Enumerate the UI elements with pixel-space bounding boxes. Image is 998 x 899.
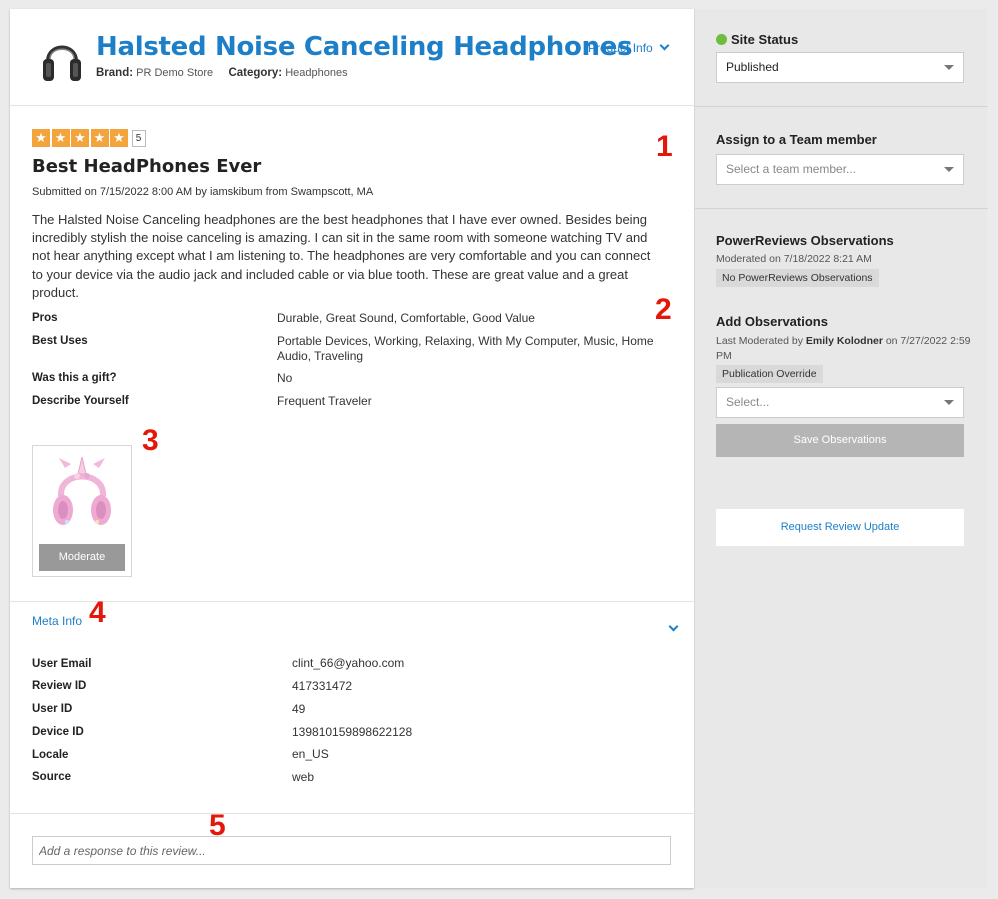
meta-value-locale: en_US [292,747,329,761]
attr-label-pros: Pros [32,312,58,324]
observations-moderated: Moderated on 7/18/2022 8:21 AM [716,253,872,265]
assign-placeholder: Select a team member... [726,162,857,176]
annotation-4: 4 [89,596,106,629]
meta-label-locale: Locale [32,749,69,761]
sidebar-divider [695,106,988,107]
site-status-select[interactable]: Published [716,52,964,83]
star-icon: ★ [90,129,109,147]
product-title[interactable]: Halsted Noise Canceling Headphones [96,32,633,62]
meta-label-source: Source [32,771,71,783]
product-info-label: Product Info [588,41,653,55]
status-green-dot-icon [716,34,727,45]
unicorn-headphones-photo[interactable] [47,452,117,540]
star-icon: ★ [110,129,128,147]
meta-value-source: web [292,770,315,784]
meta-value-review-id: 417331472 [292,679,353,693]
site-status-value: Published [726,60,779,74]
category-label: Category: [228,67,283,79]
review-submitted-info: Submitted on 7/15/2022 8:00 AM by iamski… [32,186,374,198]
meta-label-user-id: User ID [32,703,73,715]
moderate-button[interactable]: Moderate [39,544,125,571]
star-icon: ★ [32,129,50,147]
caret-down-icon [944,167,954,172]
observations-heading: PowerReviews Observations [716,233,894,248]
meta-value-user-id: 49 [292,702,306,716]
attr-value-pros: Durable, Great Sound, Comfortable, Good … [277,311,535,325]
category-value: Headphones [285,67,348,79]
chevron-down-icon [659,40,670,51]
review-panel: Halsted Noise Canceling Headphones Brand… [10,9,694,888]
star-rating: ★ ★ ★ ★ ★ 5 [32,129,146,147]
add-observations-heading: Add Observations [716,314,828,329]
add-observations-placeholder: Select... [726,395,770,409]
caret-down-icon [944,400,954,405]
annotation-5: 5 [209,809,226,842]
attr-label-gift: Was this a gift? [32,372,117,384]
assign-team-member-select[interactable]: Select a team member... [716,154,964,185]
review-photo-card: Moderate [32,445,132,577]
sidebar-divider [695,208,988,209]
brand-label: Brand: [96,67,134,79]
attr-label-describe: Describe Yourself [32,395,129,407]
star-icon: ★ [51,129,70,147]
star-icon: ★ [71,129,89,147]
meta-label-email: User Email [32,658,92,670]
product-info-toggle[interactable]: Product Info [588,40,670,55]
meta-label-device-id: Device ID [32,726,84,738]
save-observations-button[interactable]: Save Observations [716,424,964,457]
header-divider [10,105,694,106]
rating-value: 5 [131,129,146,147]
request-review-update-button[interactable]: Request Review Update [716,509,964,546]
chevron-down-icon[interactable] [668,621,679,632]
last-moderated-date: on 7/27/2022 [885,335,948,347]
response-divider [10,813,694,814]
meta-info-toggle[interactable]: Meta Info [32,614,82,628]
site-status-label: Site Status [731,32,799,47]
meta-label-review-id: Review ID [32,680,87,692]
attr-value-best-uses: Portable Devices, Working, Relaxing, Wit… [277,334,654,363]
annotation-2: 2 [655,293,672,326]
attr-label-best-uses: Best Uses [32,335,88,347]
publication-override-tag: Publication Override [716,365,823,383]
response-input[interactable] [32,836,671,865]
assign-heading: Assign to a Team member [716,132,877,147]
annotation-1: 1 [656,130,673,163]
add-observations-last-moderated: Last Moderated by Emily Kolodner on 7/27… [716,334,971,363]
attr-value-describe: Frequent Traveler [277,394,372,408]
last-moderated-name: Emily Kolodner [805,335,883,347]
headphones-product-image [43,45,81,81]
brand-value: PR Demo Store [136,67,214,79]
annotation-3: 3 [142,424,159,457]
add-observations-select[interactable]: Select... [716,387,964,418]
site-status-heading: Site Status [716,32,798,47]
meta-divider [10,601,694,602]
moderation-sidebar: Site Status Published Assign to a Team m… [694,9,988,888]
review-title: Best HeadPhones Ever [32,156,262,177]
last-moderated-prefix: Last Moderated by [716,335,803,347]
observations-tag: No PowerReviews Observations [716,269,879,287]
review-body: The Halsted Noise Canceling headphones a… [32,212,651,300]
attr-value-gift: No [277,371,293,385]
meta-value-email: clint_66@yahoo.com [292,656,405,670]
meta-value-device-id: 139810159898622128 [292,725,413,739]
caret-down-icon [944,65,954,70]
product-meta: Brand: PR Demo Store Category: Headphone… [96,67,348,79]
